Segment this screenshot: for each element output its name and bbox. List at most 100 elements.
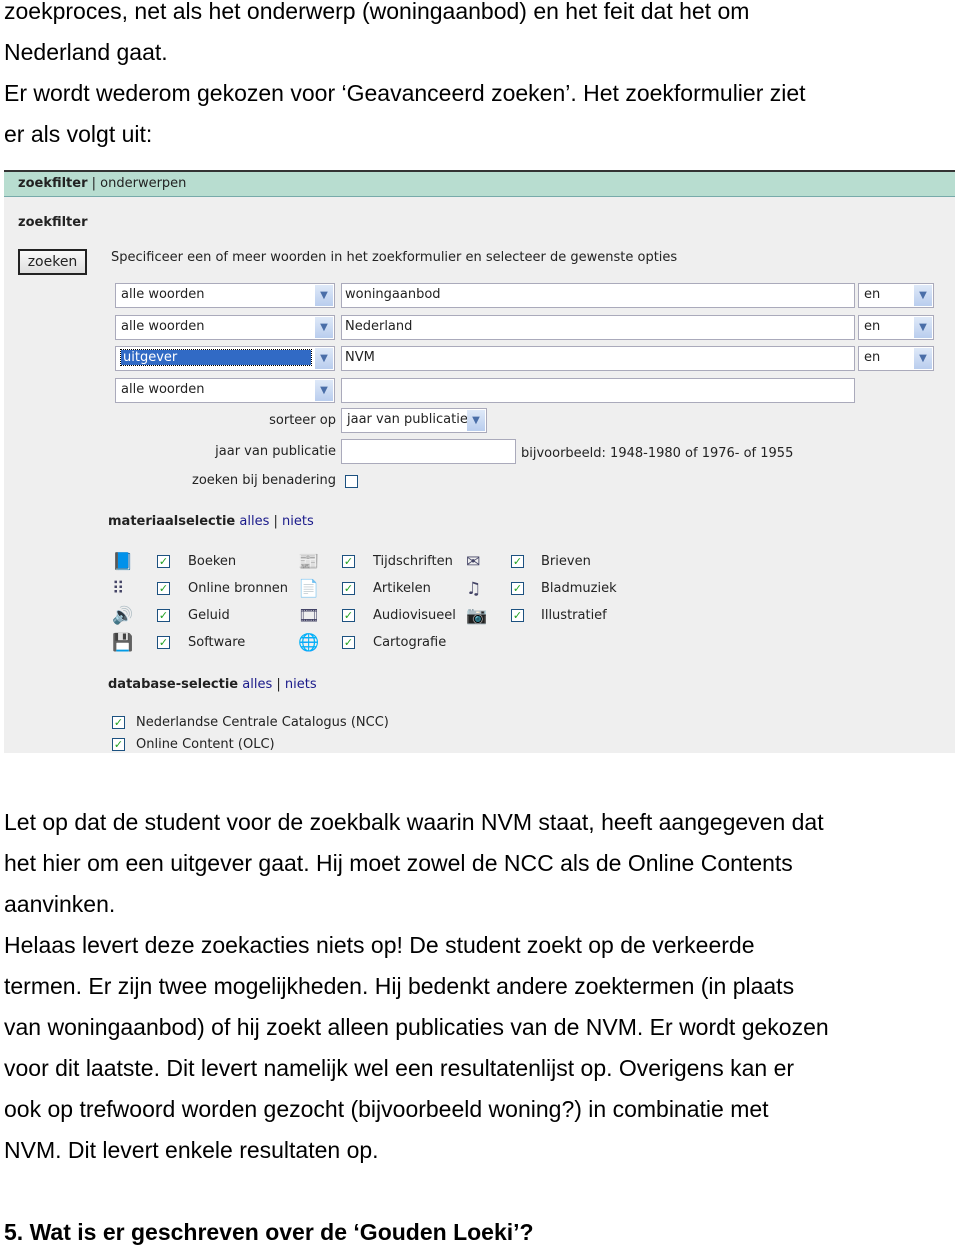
- text-line: ook op trefwoord worden gezocht (bijvoor…: [4, 1096, 769, 1122]
- material-label: Boeken: [188, 554, 237, 569]
- globe-icon: 🌐: [298, 633, 320, 653]
- search-form-screenshot: zoekfilter | onderwerpen zoekfilter zoek…: [4, 170, 955, 753]
- database-label: Nederlandse Centrale Catalogus (NCC): [136, 715, 389, 730]
- material-label: Illustratief: [541, 608, 607, 623]
- chevron-down-icon: ▼: [315, 317, 333, 338]
- text-line: het hier om een uitgever gaat. Hij moet …: [4, 850, 793, 876]
- body-paragraph: Let op dat de student voor de zoekbalk w…: [4, 802, 829, 1171]
- field-select[interactable]: alle woorden ▼: [115, 378, 335, 403]
- material-checkbox[interactable]: ✓: [342, 609, 355, 622]
- select-none-link[interactable]: niets: [282, 514, 314, 529]
- chevron-down-icon: ▼: [315, 285, 333, 306]
- database-label: Online Content (OLC): [136, 737, 275, 752]
- field-select[interactable]: alle woorden ▼: [115, 283, 335, 308]
- chevron-down-icon: ▼: [914, 317, 932, 338]
- text-line: er als volgt uit:: [4, 121, 153, 147]
- approx-label: zoeken bij benadering: [192, 473, 336, 488]
- material-label: Brieven: [541, 554, 591, 569]
- material-checkbox[interactable]: ✓: [157, 636, 170, 649]
- select-all-link[interactable]: alles: [239, 514, 269, 529]
- material-label: Audiovisueel: [373, 608, 456, 623]
- film-icon: 🎞: [298, 606, 320, 626]
- tab-zoekfilter[interactable]: zoekfilter: [18, 176, 88, 191]
- material-label: Tijdschriften: [373, 554, 453, 569]
- term-input[interactable]: [341, 378, 855, 403]
- year-hint: bijvoorbeeld: 1948-1980 of 1976- of 1955: [521, 446, 794, 461]
- chevron-down-icon: ▼: [315, 348, 333, 369]
- material-checkbox[interactable]: ✓: [157, 609, 170, 622]
- term-input[interactable]: NVM: [341, 346, 855, 371]
- material-label: Online bronnen: [188, 581, 289, 596]
- material-checkbox[interactable]: ✓: [342, 636, 355, 649]
- material-checkbox[interactable]: ✓: [342, 582, 355, 595]
- floppy-disk-icon: 💾: [112, 633, 134, 653]
- material-checkbox[interactable]: ✓: [511, 609, 524, 622]
- term-input[interactable]: woningaanbod: [341, 283, 855, 308]
- operator-select[interactable]: en ▼: [858, 283, 934, 308]
- material-checkbox[interactable]: ✓: [511, 555, 524, 568]
- camera-icon: 📷: [466, 606, 488, 626]
- material-checkbox[interactable]: ✓: [511, 582, 524, 595]
- text-line: Let op dat de student voor de zoekbalk w…: [4, 809, 824, 835]
- book-icon: 📘: [112, 552, 134, 572]
- material-checkbox[interactable]: ✓: [342, 555, 355, 568]
- document-icon: 📄: [298, 579, 320, 599]
- section-heading: zoekfilter: [18, 215, 88, 230]
- operator-value: en: [864, 287, 881, 302]
- text-line: van woningaanbod) of hij zoekt alleen pu…: [4, 1014, 829, 1040]
- sort-select[interactable]: jaar van publicatie ▼: [341, 408, 487, 433]
- material-heading: materiaalselectie alles | niets: [108, 514, 314, 529]
- link-separator: |: [276, 677, 281, 692]
- field-select[interactable]: uitgever ▼: [115, 346, 335, 371]
- material-label: Geluid: [188, 608, 230, 623]
- material-checkbox[interactable]: ✓: [157, 582, 170, 595]
- sort-value: jaar van publicatie: [347, 412, 468, 427]
- db-select-none-link[interactable]: niets: [285, 677, 317, 692]
- field-value: alle woorden: [121, 287, 205, 302]
- text-line: termen. Er zijn twee mogelijkheden. Hij …: [4, 973, 795, 999]
- year-input[interactable]: [341, 439, 516, 464]
- sort-label: sorteer op: [269, 413, 336, 428]
- operator-value: en: [864, 350, 881, 365]
- operator-select[interactable]: en ▼: [858, 346, 934, 371]
- field-select[interactable]: alle woorden ▼: [115, 315, 335, 340]
- year-label: jaar van publicatie: [215, 444, 336, 459]
- instruction-text: Specificeer een of meer woorden in het z…: [111, 250, 678, 265]
- db-select-all-link[interactable]: alles: [242, 677, 272, 692]
- link-separator: |: [273, 514, 278, 529]
- database-title: database-selectie: [108, 677, 239, 692]
- term-input[interactable]: Nederland: [341, 315, 855, 340]
- text-line: Helaas levert deze zoekacties niets op! …: [4, 932, 755, 958]
- intro-paragraph: zoekproces, net als het onderwerp (wonin…: [4, 0, 806, 155]
- binary-data-icon: ⠿: [112, 579, 125, 599]
- tab-bar: zoekfilter | onderwerpen: [4, 170, 955, 197]
- text-line: Er wordt wederom gekozen voor ‘Geavancee…: [4, 80, 806, 106]
- field-value: alle woorden: [121, 382, 205, 397]
- tab-separator: |: [91, 176, 97, 191]
- tab-onderwerpen[interactable]: onderwerpen: [100, 176, 186, 191]
- operator-select[interactable]: en ▼: [858, 315, 934, 340]
- chevron-down-icon: ▼: [467, 410, 485, 431]
- database-checkbox[interactable]: ✓: [112, 738, 125, 751]
- search-button[interactable]: zoeken: [18, 249, 87, 275]
- database-checkbox[interactable]: ✓: [112, 716, 125, 729]
- envelope-icon: ✉: [466, 552, 481, 572]
- chevron-down-icon: ▼: [315, 380, 333, 401]
- magazine-icon: 📰: [298, 552, 320, 572]
- approx-checkbox[interactable]: ✓: [345, 475, 358, 488]
- material-label: Bladmuziek: [541, 581, 617, 596]
- material-title: materiaalselectie: [108, 514, 236, 529]
- text-line: zoekproces, net als het onderwerp (wonin…: [4, 0, 750, 24]
- material-label: Artikelen: [373, 581, 431, 596]
- database-heading: database-selectie alles | niets: [108, 677, 317, 692]
- operator-value: en: [864, 319, 881, 334]
- sheet-music-icon: ♫: [466, 579, 482, 599]
- material-checkbox[interactable]: ✓: [157, 555, 170, 568]
- field-value: uitgever: [120, 349, 312, 366]
- chevron-down-icon: ▼: [914, 348, 932, 369]
- material-label: Software: [188, 635, 246, 650]
- field-value: alle woorden: [121, 319, 205, 334]
- chevron-down-icon: ▼: [914, 285, 932, 306]
- text-line: aanvinken.: [4, 891, 116, 917]
- text-line: NVM. Dit levert enkele resultaten op.: [4, 1137, 379, 1163]
